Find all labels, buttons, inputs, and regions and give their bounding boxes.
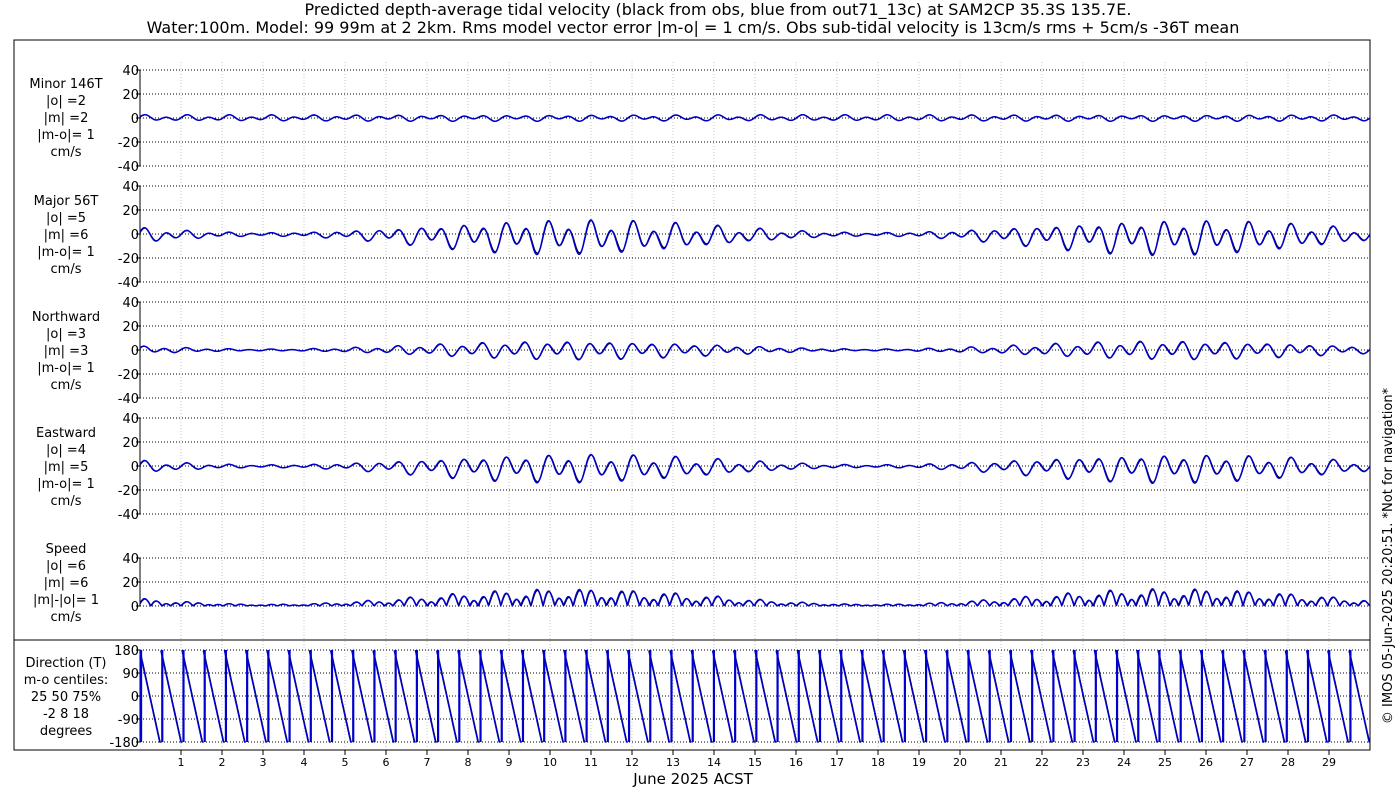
x-tick-label: 25 bbox=[1158, 756, 1172, 769]
x-tick-label: 5 bbox=[342, 756, 349, 769]
y-tick-label: 0 bbox=[131, 344, 139, 359]
y-tick-label: 40 bbox=[122, 64, 139, 79]
x-tick-label: 1 bbox=[178, 756, 185, 769]
y-tick-label: 0 bbox=[131, 228, 139, 243]
y-tick-label: -180 bbox=[109, 736, 139, 751]
panel-label-line: degrees bbox=[40, 724, 93, 739]
panel-label-line: |m-o|= 1 bbox=[37, 245, 95, 260]
panel-label-line: |o| =4 bbox=[46, 443, 86, 458]
panel-label-line: |o| =6 bbox=[46, 559, 86, 574]
x-tick-label: 28 bbox=[1281, 756, 1295, 769]
panel-label-line: |o| =3 bbox=[46, 327, 86, 342]
y-tick-label: -20 bbox=[118, 368, 139, 383]
x-tick-label: 22 bbox=[1035, 756, 1049, 769]
panel-label-line: Minor 146T bbox=[29, 77, 102, 92]
panel-label-line: Major 56T bbox=[34, 194, 99, 209]
y-tick-label: -90 bbox=[118, 713, 139, 728]
x-tick-label: 23 bbox=[1076, 756, 1090, 769]
x-tick-label: 2 bbox=[219, 756, 226, 769]
credit-text: © IMOS 05-Jun-2025 20:20:51. *Not for na… bbox=[1381, 387, 1396, 724]
panel-label-line: 25 50 75% bbox=[31, 690, 101, 705]
x-tick-label: 21 bbox=[994, 756, 1008, 769]
x-tick-label: 24 bbox=[1117, 756, 1131, 769]
panel-label-line: |m-o|= 1 bbox=[37, 128, 95, 143]
y-tick-label: -40 bbox=[118, 276, 139, 291]
y-tick-label: 20 bbox=[122, 204, 139, 219]
panel-label-line: cm/s bbox=[51, 610, 82, 625]
panel-label-line: |o| =2 bbox=[46, 94, 86, 109]
panel-label-line: |m|-|o|= 1 bbox=[33, 593, 99, 608]
upper-frame bbox=[13, 39, 1371, 641]
x-tick-label: 6 bbox=[383, 756, 390, 769]
y-tick-label: 0 bbox=[131, 460, 139, 475]
series-model-line bbox=[139, 113, 1371, 123]
x-tick-label: 10 bbox=[543, 756, 557, 769]
panel-label-line: |m-o|= 1 bbox=[37, 477, 95, 492]
panel-label-line: cm/s bbox=[51, 494, 82, 509]
panel-label-line: |m-o|= 1 bbox=[37, 361, 95, 376]
x-tick-label: 26 bbox=[1199, 756, 1213, 769]
panel-label-line: Eastward bbox=[36, 426, 96, 441]
x-tick-label: 3 bbox=[260, 756, 267, 769]
y-tick-label: -20 bbox=[118, 252, 139, 267]
panel-label-line: Direction (T) bbox=[26, 656, 107, 671]
x-axis-label: June 2025 ACST bbox=[632, 770, 753, 788]
x-tick-label: 13 bbox=[666, 756, 680, 769]
tidal-velocity-chart: Predicted depth-average tidal velocity (… bbox=[13, 0, 1396, 788]
x-tick-label: 18 bbox=[871, 756, 885, 769]
y-tick-label: 0 bbox=[131, 690, 139, 705]
y-tick-label: 180 bbox=[114, 644, 139, 659]
y-tick-label: 20 bbox=[122, 320, 139, 335]
panel-label-line: cm/s bbox=[51, 145, 82, 160]
x-tick-label: 11 bbox=[584, 756, 598, 769]
panel-label-line: Speed bbox=[46, 542, 87, 557]
chart-title-line1: Predicted depth-average tidal velocity (… bbox=[305, 0, 1132, 20]
series-model-line bbox=[139, 588, 1371, 607]
x-tick-label: 14 bbox=[707, 756, 721, 769]
y-tick-label: 0 bbox=[131, 600, 139, 615]
x-tick-label: 20 bbox=[953, 756, 967, 769]
y-tick-label: 0 bbox=[131, 112, 139, 127]
panel-label-line: Northward bbox=[32, 310, 100, 325]
y-tick-label: 20 bbox=[122, 88, 139, 103]
y-tick-label: 40 bbox=[122, 412, 139, 427]
y-tick-label: 90 bbox=[122, 667, 139, 682]
y-tick-label: -40 bbox=[118, 508, 139, 523]
x-tick-label: 15 bbox=[748, 756, 762, 769]
y-tick-label: -20 bbox=[118, 136, 139, 151]
chart-title-line2: Water:100m. Model: 99 99m at 2 2km. Rms … bbox=[147, 18, 1240, 37]
panel-label-line: |m| =2 bbox=[44, 111, 89, 126]
panel-label-line: |o| =5 bbox=[46, 211, 86, 226]
panel-label-line: |m| =3 bbox=[44, 344, 89, 359]
y-tick-label: -40 bbox=[118, 160, 139, 175]
y-tick-label: 20 bbox=[122, 576, 139, 591]
panels-group: 1 2 3 4 5 6 7 8 9 10 11 12 13 14 15 16 17 18 19 20 21 22 23 24 2… bbox=[24, 62, 1371, 769]
y-tick-label: -20 bbox=[118, 484, 139, 499]
y-tick-label: 20 bbox=[122, 436, 139, 451]
x-tick-label: 29 bbox=[1322, 756, 1336, 769]
y-tick-label: 40 bbox=[122, 552, 139, 567]
panel-label-line: cm/s bbox=[51, 378, 82, 393]
x-tick-label: 7 bbox=[424, 756, 431, 769]
x-tick-label: 19 bbox=[912, 756, 926, 769]
panel-label-line: m-o centiles: bbox=[24, 673, 109, 688]
panel-label-line: |m| =6 bbox=[44, 576, 89, 591]
panel-label-line: |m| =6 bbox=[44, 228, 89, 243]
x-tick-label: 8 bbox=[465, 756, 472, 769]
x-tick-label: 9 bbox=[506, 756, 513, 769]
y-tick-label: 40 bbox=[122, 180, 139, 195]
y-tick-label: 40 bbox=[122, 296, 139, 311]
x-tick-label: 16 bbox=[789, 756, 803, 769]
x-tick-label: 17 bbox=[830, 756, 844, 769]
panel-label-line: -2 8 18 bbox=[43, 707, 89, 722]
series-model-line bbox=[139, 219, 1371, 257]
panel-label-line: |m| =5 bbox=[44, 460, 89, 475]
y-tick-label: -40 bbox=[118, 392, 139, 407]
x-tick-label: 12 bbox=[625, 756, 639, 769]
x-tick-label: 4 bbox=[301, 756, 308, 769]
x-tick-label: 27 bbox=[1240, 756, 1254, 769]
panel-label-line: cm/s bbox=[51, 262, 82, 277]
